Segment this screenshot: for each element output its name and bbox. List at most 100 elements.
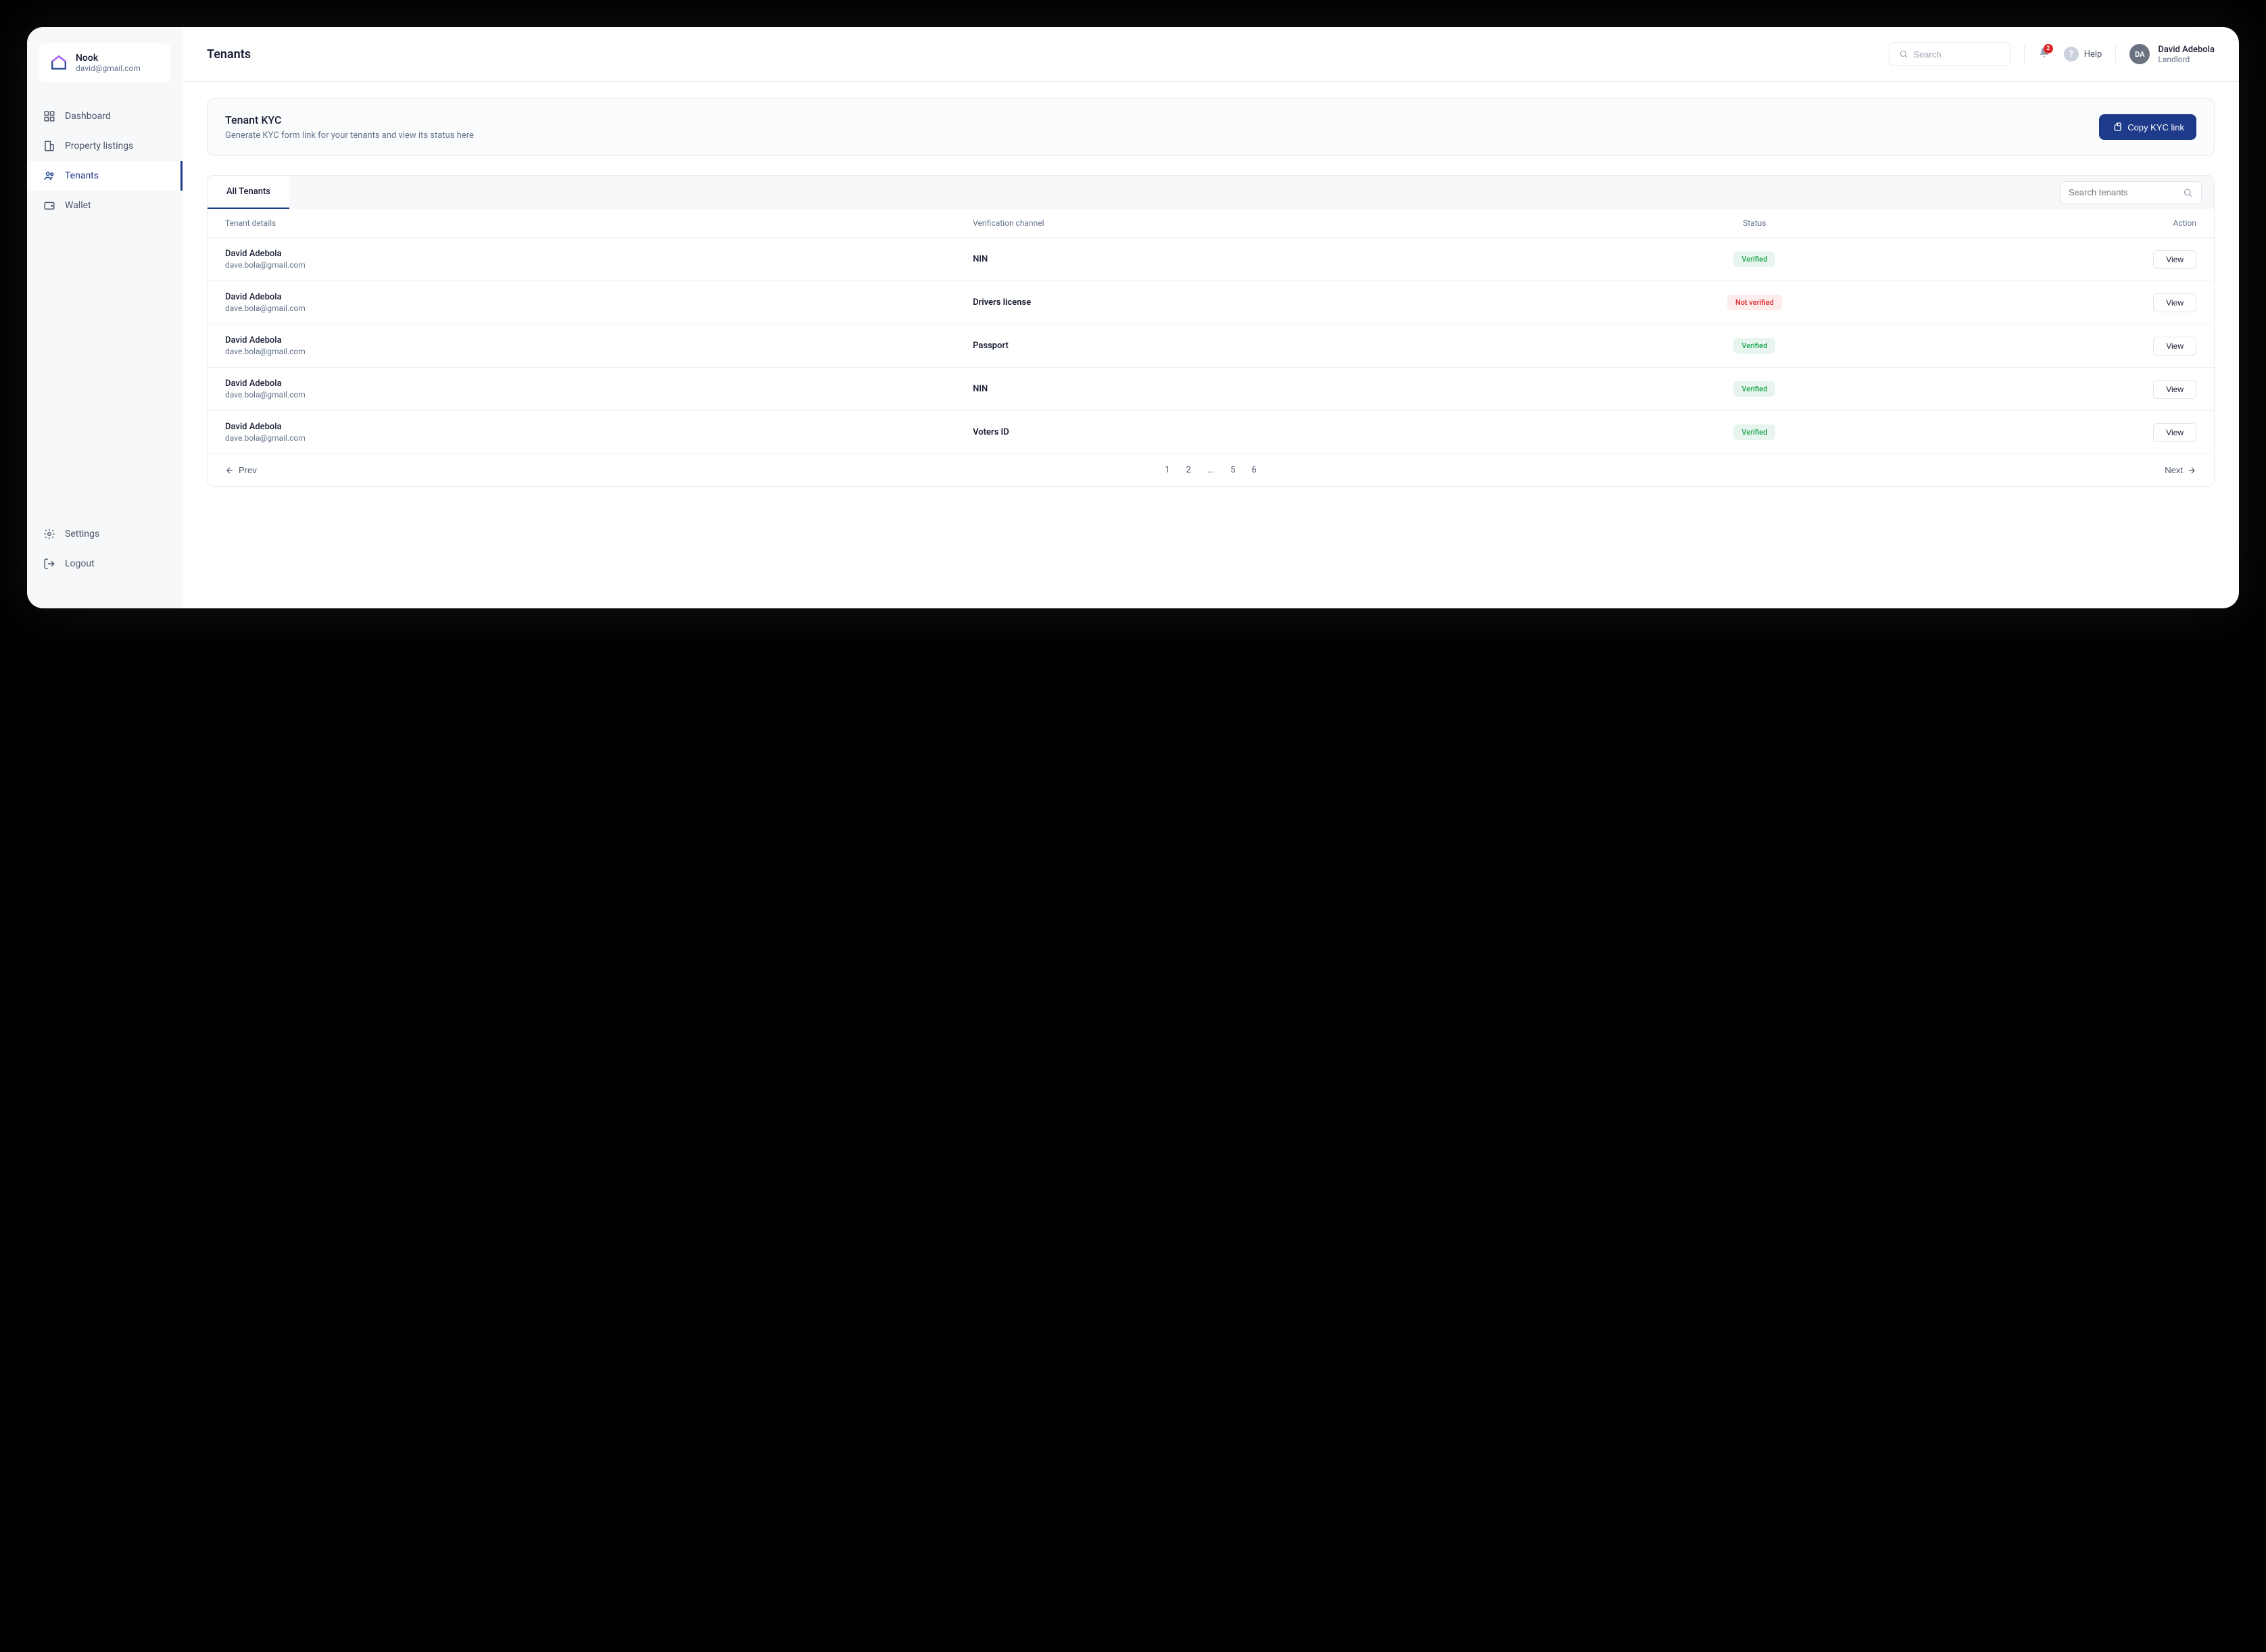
- copy-kyc-link-button[interactable]: Copy KYC link: [2099, 114, 2196, 140]
- page-title: Tenants: [207, 47, 251, 62]
- verification-channel: NIN: [973, 384, 1585, 394]
- brand-name: Nook: [76, 53, 141, 64]
- kyc-title: Tenant KYC: [225, 114, 474, 126]
- verification-channel: Voters ID: [973, 427, 1585, 437]
- copy-icon: [2111, 122, 2122, 132]
- building-icon: [43, 140, 55, 152]
- tenant-name: David Adebola: [225, 422, 973, 432]
- sidebar-item-label: Property listings: [65, 141, 133, 151]
- sidebar-item-logout[interactable]: Logout: [27, 549, 183, 579]
- table-search-input[interactable]: [2069, 187, 2183, 197]
- tenant-email: dave.bola@gmail.com: [225, 260, 973, 270]
- page-number[interactable]: 5: [1230, 465, 1235, 475]
- table-row: David Adeboladave.bola@gmail.comDrivers …: [208, 281, 2214, 324]
- page-number: ...: [1207, 465, 1214, 475]
- sidebar-item-settings[interactable]: Settings: [27, 519, 183, 549]
- tenant-name: David Adebola: [225, 249, 973, 259]
- tenants-table: All Tenants Tenant details Verification …: [207, 175, 2215, 487]
- col-header-channel: Verification channel: [973, 218, 1585, 228]
- tenant-email: dave.bola@gmail.com: [225, 303, 973, 313]
- sidebar-item-tenants[interactable]: Tenants: [27, 161, 183, 191]
- next-button[interactable]: Next: [2165, 465, 2196, 475]
- table-search[interactable]: [2060, 181, 2202, 204]
- prev-label: Prev: [239, 465, 257, 475]
- col-header-status: Status: [1585, 218, 1925, 228]
- arrow-right-icon: [2187, 466, 2196, 475]
- tenant-email: dave.bola@gmail.com: [225, 390, 973, 399]
- next-label: Next: [2165, 465, 2183, 475]
- divider: [2024, 45, 2025, 64]
- brand-email: david@gmail.com: [76, 64, 141, 73]
- table-row: David Adeboladave.bola@gmail.comNIN Verif…: [208, 368, 2214, 411]
- help-label: Help: [2084, 49, 2102, 59]
- prev-button[interactable]: Prev: [225, 465, 257, 475]
- user-name: David Adebola: [2158, 45, 2215, 55]
- sidebar-item-wallet[interactable]: Wallet: [27, 191, 183, 220]
- tenant-email: dave.bola@gmail.com: [225, 347, 973, 356]
- status-badge: Verified: [1733, 381, 1775, 397]
- view-button[interactable]: View: [2153, 380, 2196, 399]
- search-input[interactable]: [1913, 49, 2000, 59]
- avatar: DA: [2129, 44, 2150, 64]
- user-role: Landlord: [2158, 55, 2215, 64]
- col-header-action: Action: [1925, 218, 2196, 228]
- view-button[interactable]: View: [2153, 250, 2196, 269]
- tenant-name: David Adebola: [225, 335, 973, 345]
- tab-row: All Tenants: [208, 176, 2214, 209]
- page-number[interactable]: 1: [1165, 465, 1170, 475]
- col-header-tenant: Tenant details: [225, 218, 973, 228]
- page-number[interactable]: 6: [1251, 465, 1256, 475]
- tenant-name: David Adebola: [225, 379, 973, 389]
- notifications-button[interactable]: 2: [2038, 47, 2050, 62]
- table-header: Tenant details Verification channel Stat…: [208, 209, 2214, 238]
- logout-icon: [43, 558, 55, 570]
- sidebar-item-property-listings[interactable]: Property listings: [27, 131, 183, 161]
- brand-logo-icon: [50, 54, 68, 72]
- gear-icon: [43, 528, 55, 540]
- tenant-email: dave.bola@gmail.com: [225, 433, 973, 443]
- topbar: Tenants 2 ? Help DA David Adebola Landlo…: [183, 27, 2239, 82]
- verification-channel: Drivers license: [973, 297, 1585, 308]
- sidebar-item-label: Logout: [65, 558, 95, 569]
- arrow-left-icon: [225, 466, 235, 475]
- status-badge: Verified: [1733, 338, 1775, 354]
- copy-button-label: Copy KYC link: [2127, 122, 2184, 132]
- table-row: David Adebola dave.bola@gmail.comPassport…: [208, 324, 2214, 368]
- content: Tenant KYC Generate KYC form link for yo…: [183, 82, 2239, 503]
- global-search[interactable]: [1889, 42, 2010, 66]
- pagination: Prev 1 2... 5 6 Next: [208, 454, 2214, 486]
- table-body: David Adeboladave.bola@gmail.comNINVerif…: [208, 238, 2214, 454]
- grid-icon: [43, 110, 55, 122]
- table-row: David Adeboladave.bola@gmail.comVoters I…: [208, 411, 2214, 454]
- verification-channel: NIN: [973, 254, 1585, 264]
- page-numbers: 1 2... 5 6: [1165, 465, 1257, 475]
- help-button[interactable]: ? Help: [2064, 47, 2102, 62]
- page-number[interactable]: 2: [1186, 465, 1191, 475]
- sidebar-item-label: Settings: [65, 529, 99, 539]
- view-button[interactable]: View: [2153, 423, 2196, 442]
- view-button[interactable]: View: [2153, 293, 2196, 312]
- wallet-icon: [43, 199, 55, 212]
- sidebar-item-label: Tenants: [65, 170, 99, 181]
- view-button[interactable]: View: [2153, 337, 2196, 356]
- nav: Dashboard Property listings Tenants Wall…: [27, 101, 183, 519]
- status-badge: Verified: [1733, 251, 1775, 267]
- sidebar-item-dashboard[interactable]: Dashboard: [27, 101, 183, 131]
- nav-footer: Settings Logout: [27, 519, 183, 592]
- sidebar-item-label: Wallet: [65, 200, 91, 211]
- user-menu[interactable]: DA David Adebola Landlord: [2129, 44, 2215, 64]
- table-row: David Adeboladave.bola@gmail.comNIN Verif…: [208, 238, 2214, 281]
- kyc-card: Tenant KYC Generate KYC form link for yo…: [207, 98, 2215, 156]
- kyc-subtitle: Generate KYC form link for your tenants …: [225, 130, 474, 141]
- status-badge: Verified: [1733, 424, 1775, 440]
- status-badge: Not verified: [1727, 295, 1782, 310]
- users-icon: [43, 170, 55, 182]
- verification-channel: Passport: [973, 341, 1585, 351]
- tenant-name: David Adebola: [225, 292, 973, 302]
- notification-badge: 2: [2044, 44, 2053, 53]
- tab-all-tenants[interactable]: All Tenants: [208, 176, 289, 209]
- search-icon: [1899, 49, 1908, 59]
- search-icon: [2183, 187, 2193, 198]
- main: Tenants 2 ? Help DA David Adebola Landlo…: [183, 27, 2239, 608]
- brand-card: Nook david@gmail.com: [39, 43, 170, 82]
